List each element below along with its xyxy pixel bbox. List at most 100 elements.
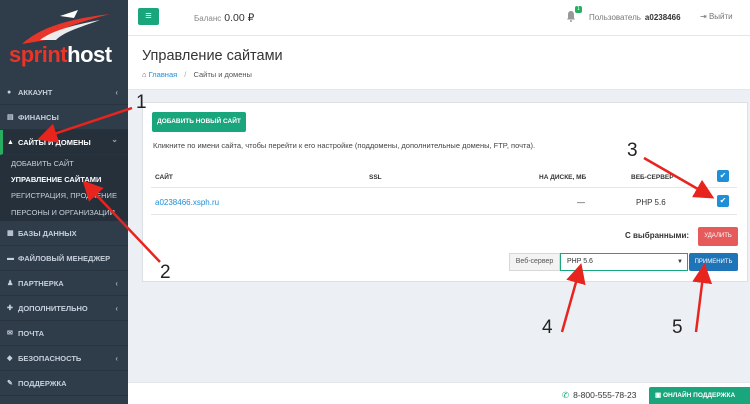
breadcrumb: ⌂ Главная / Сайты и домены (142, 70, 252, 79)
sidebar-item-security[interactable]: ◆ Безопасность ‹ (0, 346, 128, 371)
hint-text: Кликните по имени сайта, чтобы перейти к… (153, 141, 536, 150)
support-icon: ✎ (7, 380, 13, 387)
sidebar-item-label: Дополнительно (18, 303, 88, 313)
webserver-selected-value: PHP 5.6 (567, 258, 593, 265)
chevron-left-icon: ‹ (115, 304, 118, 313)
sidebar-item-mail[interactable]: ✉ Почта (0, 321, 128, 346)
phone-number: 8-800-555-78-23 (573, 390, 637, 400)
sidebar-item-label: Безопасность (18, 353, 82, 363)
annotation-number-5: 5 (672, 317, 683, 338)
top-header: ≡ Баланс 0.00 ₽ 1 Пользователь a0238466 ⇥ … (128, 0, 750, 36)
hamburger-icon: ≡ (145, 10, 152, 22)
caret-down-icon: ▼ (677, 259, 683, 265)
sidebar-item-label: Партнерка (18, 278, 64, 288)
breadcrumb-current: Сайты и домены (193, 70, 252, 79)
balance-value: 0.00 ₽ (224, 12, 255, 24)
select-all-checkbox[interactable]: ✔ (717, 170, 729, 182)
sidebar-menu: ● Аккаунт ‹ ▤ Финансы ▲ Сайты и домены ⌄ Доба… (0, 80, 128, 396)
logo[interactable]: sprinthost (0, 0, 128, 78)
selected-actions-label: С выбранными: (625, 231, 690, 240)
delete-button[interactable]: Удалить (698, 227, 738, 246)
check-icon: ✔ (719, 171, 727, 180)
divider (151, 187, 737, 188)
annotation-number-3: 3 (627, 140, 638, 161)
sidebar-item-additional[interactable]: ✚ Дополнительно ‹ (0, 296, 128, 321)
balance: Баланс 0.00 ₽ (194, 12, 254, 24)
sidebar-item-label: Базы данных (18, 228, 77, 238)
breadcrumb-home-link[interactable]: Главная (149, 70, 178, 79)
user-label: Пользователь (589, 13, 641, 22)
menu-toggle-button[interactable]: ≡ (138, 8, 159, 25)
user-info: Пользователь a0238466 (589, 13, 681, 22)
sidebar-item-label: Файловый менеджер (18, 253, 111, 263)
sidebar-submenu: Добавить сайт Управление сайтами Регистр… (0, 155, 128, 221)
sites-icon: ▲ (7, 138, 14, 146)
sidebar-item-label: Поддержка (18, 378, 67, 388)
logout-icon: ⇥ (700, 12, 707, 21)
sidebar-item-partner[interactable]: ♟ Партнерка ‹ (0, 271, 128, 296)
page-title: Управление сайтами (142, 48, 283, 64)
chevron-left-icon: ‹ (115, 354, 118, 363)
sidebar-item-label: Почта (18, 328, 45, 338)
chevron-down-icon: ⌄ (111, 135, 118, 144)
column-header-site: Сайт (155, 174, 173, 181)
balance-label: Баланс (194, 14, 222, 23)
user-icon: ● (7, 88, 12, 96)
column-header-ssl: SSL (369, 174, 382, 181)
apply-button[interactable]: Применить (689, 253, 738, 271)
submenu-persons[interactable]: Персоны и организации (0, 203, 128, 221)
sidebar-item-label: Сайты и домены (18, 137, 91, 147)
breadcrumb-separator: / (184, 70, 187, 79)
annotation-number-2: 2 (160, 262, 171, 283)
support-phone: ✆ 8-800-555-78-23 (562, 390, 636, 401)
home-icon: ⌂ (142, 70, 147, 79)
site-server: PHP 5.6 (636, 198, 666, 207)
chevron-left-icon: ‹ (115, 279, 118, 288)
sidebar-item-label: Финансы (18, 112, 59, 122)
sidebar: sprinthost ● Аккаунт ‹ ▤ Финансы ▲ Сайты и д… (0, 0, 128, 404)
annotation-number-1: 1 (136, 92, 147, 113)
logo-swoosh-icon (22, 10, 110, 44)
notification-badge: 1 (575, 6, 582, 13)
submenu-registration[interactable]: Регистрация, продление (0, 187, 128, 203)
folder-icon: ▬ (7, 254, 14, 262)
partner-icon: ♟ (7, 280, 14, 287)
sidebar-item-file-manager[interactable]: ▬ Файловый менеджер (0, 246, 128, 271)
site-disk: — (577, 198, 585, 207)
sidebar-item-label: Аккаунт (18, 87, 53, 97)
online-support-button[interactable]: ▣ Онлайн поддержка (649, 387, 750, 404)
mail-icon: ✉ (7, 330, 13, 337)
database-icon: ▦ (7, 230, 14, 237)
page-header: Управление сайтами ⌂ Главная / Сайты и д… (128, 36, 750, 90)
online-support-label: Онлайн поддержка (662, 392, 736, 399)
column-header-server: Веб-сервер (631, 174, 674, 181)
sites-panel: Добавить новый сайт Кликните по имени са… (142, 102, 748, 282)
add-site-button[interactable]: Добавить новый сайт (152, 112, 246, 132)
username: a0238466 (644, 13, 681, 22)
chat-icon: ▣ (655, 392, 662, 399)
more-icon: ✚ (7, 305, 13, 312)
webserver-select[interactable]: PHP 5.6 ▼ (560, 253, 688, 271)
annotation-number-4: 4 (542, 317, 553, 338)
footer: ✆ 8-800-555-78-23 ▣ Онлайн поддержка (128, 382, 750, 404)
column-header-disk: На диске, МБ (539, 174, 587, 181)
submenu-add-site[interactable]: Добавить сайт (0, 155, 128, 171)
phone-icon: ✆ (562, 390, 570, 400)
logo-wordmark: sprinthost (9, 42, 112, 67)
sidebar-item-finance[interactable]: ▤ Финансы (0, 105, 128, 130)
wallet-icon: ▤ (7, 114, 14, 121)
divider (151, 214, 737, 215)
sidebar-item-account[interactable]: ● Аккаунт ‹ (0, 80, 128, 105)
logout-label: Выйти (708, 12, 733, 21)
sidebar-item-sites[interactable]: ▲ Сайты и домены ⌄ (0, 130, 128, 155)
submenu-manage-sites[interactable]: Управление сайтами (0, 171, 128, 187)
logout-button[interactable]: ⇥ Выйти (700, 12, 733, 21)
webserver-label: Веб-сервер (509, 253, 560, 271)
check-icon: ✔ (719, 196, 727, 205)
row-checkbox[interactable]: ✔ (717, 195, 729, 207)
chevron-left-icon: ‹ (115, 88, 118, 97)
shield-icon: ◆ (7, 355, 13, 362)
site-link[interactable]: a0238466.xsph.ru (155, 198, 219, 207)
sidebar-item-support[interactable]: ✎ Поддержка (0, 371, 128, 396)
sidebar-item-databases[interactable]: ▦ Базы данных (0, 221, 128, 246)
